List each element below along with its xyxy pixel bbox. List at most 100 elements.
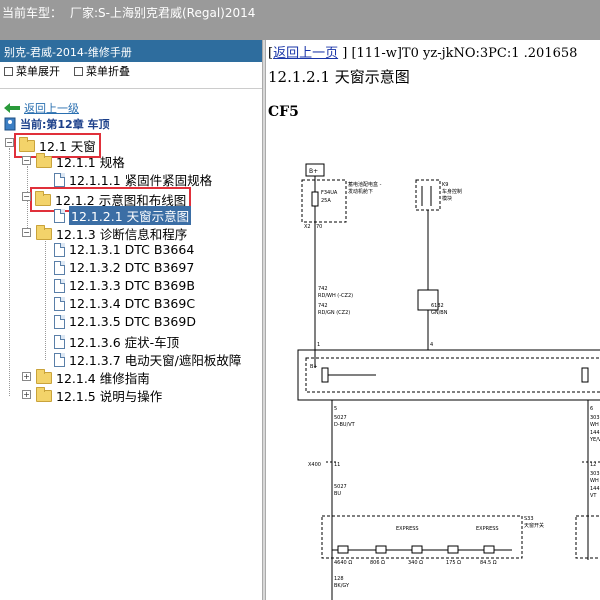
- wire-144a-color: YE/V: [589, 437, 600, 443]
- back-level-link[interactable]: 返回上一级: [4, 100, 79, 116]
- current-chapter: 当前:第12章 车顶: [4, 116, 110, 132]
- vehicle-header: 当前车型： 厂家:S-上海别克君威(Regal)2014: [0, 0, 600, 40]
- document-icon: [54, 260, 65, 275]
- wire-742a-color: RD/WH (-CZ2): [318, 293, 353, 299]
- switch-id: S33: [524, 516, 534, 522]
- fuse-name: F34UA: [321, 190, 338, 196]
- tree-node-12-1-1[interactable]: 12.1.1 规格: [36, 152, 125, 171]
- tree-toolbar: 菜单展开 菜单折叠: [0, 62, 262, 80]
- tree-node-dtc-b369d[interactable]: 12.1.3.5 DTC B369D: [54, 314, 196, 329]
- wiring-diagram: B+ F34UA 25A 蓄电池配电盒 - 发动机舱下 X2 70 K9 车身控…: [297, 163, 600, 600]
- page-title: 12.1.2.1 天窗示意图: [268, 68, 410, 86]
- resistor-3: 340 Ω: [408, 560, 423, 566]
- wire-742a: 742: [318, 286, 328, 292]
- express-label-1: EXPRESS: [396, 526, 419, 532]
- wire-3031a: 3031: [590, 415, 600, 421]
- back-arrow-icon: [4, 103, 20, 113]
- collapse-toggle-icon[interactable]: −: [22, 192, 31, 201]
- wire-144b-color: VT: [590, 493, 597, 499]
- folder-icon: [36, 386, 52, 402]
- content-pane: [返回上一页 ] [111-w]T0 yz-jkNO:3PC:1 .201658…: [266, 40, 600, 600]
- document-icon: [54, 352, 65, 367]
- document-icon: [54, 172, 65, 187]
- expand-all-button[interactable]: 菜单展开: [4, 64, 60, 78]
- module-bplus: B+: [310, 364, 318, 370]
- switch-name: 天窗开关: [524, 522, 544, 529]
- collapse-toggle-icon[interactable]: −: [22, 228, 31, 237]
- fuse-desc-1: 蓄电池配电盒 -: [348, 181, 382, 188]
- pin-70: 70: [316, 224, 322, 230]
- wire-144a: 144: [590, 430, 600, 436]
- resistor-5: 84.5 Ω: [480, 560, 497, 566]
- tree-node-dtc-b3697[interactable]: 12.1.3.2 DTC B3697: [54, 260, 194, 275]
- tree-line: [45, 238, 46, 360]
- tree-node-sunroof-fault[interactable]: 12.1.3.7 电动天窗/遮阳板故障: [54, 350, 241, 369]
- wire-5027b: 5027: [334, 484, 347, 490]
- wire-742b-color: RD/GN (CZ2): [318, 310, 350, 316]
- document-icon: [54, 314, 65, 329]
- connector-x400: X400: [308, 462, 321, 468]
- tree-node-dtc-b369b[interactable]: 12.1.3.3 DTC B369B: [54, 278, 195, 293]
- relay-label-3: 模块: [442, 195, 452, 202]
- breadcrumb: [返回上一页 ] [111-w]T0 yz-jkNO:3PC:1 .201658: [268, 46, 578, 61]
- resistor-2: 806 Ω: [370, 560, 385, 566]
- resistor-1: 4640 Ω: [334, 560, 352, 566]
- vehicle-maker: 厂家:S-上海别克君威(Regal)2014: [70, 6, 256, 20]
- pin-4: 4: [430, 342, 433, 348]
- wire-3031a-color: WH: [590, 422, 599, 428]
- tree-node-12-1-4[interactable]: 12.1.4 维修指南: [36, 368, 150, 387]
- wire-6132-color: GN/BN: [431, 310, 448, 316]
- wire-6132: 6132: [431, 303, 444, 309]
- collapse-all-button[interactable]: 菜单折叠: [74, 64, 130, 78]
- folder-icon: [36, 368, 52, 384]
- wire-5027b-color: BU: [334, 491, 341, 497]
- resistor-4: 175 Ω: [446, 560, 461, 566]
- pin-6: 6: [590, 406, 593, 412]
- fuse-rating: 25A: [321, 198, 331, 204]
- document-icon: [54, 334, 65, 349]
- document-icon: [54, 242, 65, 257]
- expand-icon: [4, 66, 13, 76]
- folder-open-icon: [36, 152, 52, 168]
- tree-node-12-1-2-1[interactable]: 12.1.2.1 天窗示意图: [54, 206, 192, 225]
- tree-line: [27, 166, 28, 236]
- pin-5: 5: [334, 406, 337, 412]
- tree-line: [9, 148, 10, 396]
- wire-5027a-color: D-BU/VT: [334, 422, 356, 428]
- wire-128-color: BK/GY: [334, 583, 350, 589]
- pin-11: 11: [334, 462, 340, 468]
- folder-open-icon: [36, 224, 52, 240]
- collapse-icon: [74, 66, 83, 76]
- book-icon: [4, 117, 16, 131]
- tree-node-symptoms[interactable]: 12.1.3.6 症状-车顶: [54, 332, 179, 351]
- tree-node-dtc-b369c[interactable]: 12.1.3.4 DTC B369C: [54, 296, 195, 311]
- manual-title: 别克-君威-2014-维修手册: [0, 40, 262, 62]
- document-icon: [54, 296, 65, 311]
- vehicle-label: 当前车型：: [2, 6, 63, 20]
- doc-path: [111-w]T0 yz-jkNO:3PC:1 .201658: [351, 46, 578, 61]
- relay-label-2: 车身控制: [442, 188, 462, 195]
- wire-5027a: 5027: [334, 415, 347, 421]
- wire-128: 128: [334, 576, 344, 582]
- wire-742b: 742: [318, 303, 328, 309]
- folder-open-icon: [35, 190, 51, 206]
- pin-12: 12: [590, 462, 596, 468]
- sidebar-divider: [0, 88, 262, 89]
- expand-toggle-icon[interactable]: +: [22, 390, 31, 399]
- collapse-toggle-icon[interactable]: −: [5, 138, 14, 147]
- folder-open-icon: [19, 136, 35, 152]
- document-icon: [54, 208, 65, 223]
- document-icon: [54, 278, 65, 293]
- tree-node-12-1-5[interactable]: 12.1.5 说明与操作: [36, 386, 162, 405]
- express-label-2: EXPRESS: [476, 526, 499, 532]
- bplus-label: B+: [309, 168, 318, 175]
- wire-144b: 144: [590, 486, 600, 492]
- wire-3031b-color: WH: [590, 478, 599, 484]
- expand-toggle-icon[interactable]: +: [22, 372, 31, 381]
- fuse-desc-2: 发动机舱下: [348, 188, 373, 195]
- collapse-toggle-icon[interactable]: −: [22, 156, 31, 165]
- tree-node-12-1-3[interactable]: 12.1.3 诊断信息和程序: [36, 224, 187, 243]
- tree-node-dtc-b3664[interactable]: 12.1.3.1 DTC B3664: [54, 242, 194, 257]
- back-page-link[interactable]: 返回上一页: [273, 46, 338, 61]
- wire-3031b: 3031: [590, 471, 600, 477]
